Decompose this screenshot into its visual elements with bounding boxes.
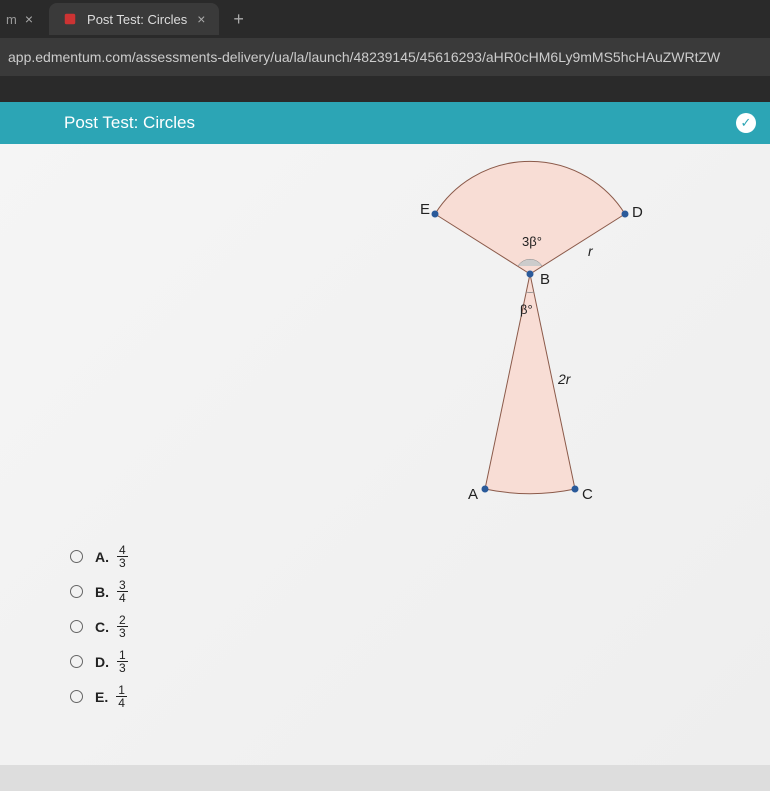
answer-letter: C. (95, 619, 109, 635)
label-E: E (420, 201, 430, 218)
fraction: 2 3 (117, 614, 128, 639)
tab-label: m (6, 12, 17, 27)
question-content: E D B A C 3β° β° r 2r A. 4 3 (0, 144, 770, 765)
label-r: r (588, 243, 594, 259)
label-C: C (582, 486, 593, 503)
radio-icon[interactable] (70, 550, 83, 563)
url-text: app.edmentum.com/assessments-delivery/ua… (8, 49, 720, 65)
page-area: t ➔ Post Test: Circles ✓ E (0, 102, 770, 791)
radio-icon[interactable] (70, 585, 83, 598)
fraction: 1 4 (116, 684, 127, 709)
geometry-diagram: E D B A C 3β° β° r 2r (390, 154, 670, 539)
label-B: B (540, 271, 550, 288)
assessment-header: Post Test: Circles ✓ (0, 102, 770, 144)
label-top-angle: 3β° (522, 234, 542, 249)
tab-bar: m × Post Test: Circles × + (0, 0, 770, 38)
label-A: A (468, 486, 478, 503)
fraction: 1 3 (117, 649, 128, 674)
answer-letter: B. (95, 584, 109, 600)
radio-icon[interactable] (70, 655, 83, 668)
radio-icon[interactable] (70, 620, 83, 633)
label-D: D (632, 204, 643, 221)
tab-label: Post Test: Circles (87, 12, 187, 27)
close-icon[interactable]: × (197, 11, 205, 27)
tab-inactive[interactable]: m × (0, 3, 39, 35)
answer-option-e[interactable]: E. 1 4 (70, 684, 128, 709)
answer-option-a[interactable]: A. 4 3 (70, 544, 128, 569)
label-2r: 2r (557, 371, 572, 387)
answer-option-d[interactable]: D. 1 3 (70, 649, 128, 674)
tab-active[interactable]: Post Test: Circles × (49, 3, 219, 35)
fraction: 3 4 (117, 579, 128, 604)
new-tab-button[interactable]: + (233, 9, 244, 30)
answer-choices: A. 4 3 B. 3 4 C. 2 3 (70, 544, 128, 719)
check-icon[interactable]: ✓ (736, 113, 756, 133)
label-bottom-angle: β° (520, 302, 533, 317)
page-title: Post Test: Circles (64, 113, 195, 133)
fraction: 4 3 (117, 544, 128, 569)
favicon-icon (63, 12, 77, 26)
answer-option-c[interactable]: C. 2 3 (70, 614, 128, 639)
answer-letter: A. (95, 549, 109, 565)
url-bar[interactable]: app.edmentum.com/assessments-delivery/ua… (0, 38, 770, 76)
answer-option-b[interactable]: B. 3 4 (70, 579, 128, 604)
radio-icon[interactable] (70, 690, 83, 703)
close-icon[interactable]: × (25, 11, 33, 27)
answer-letter: D. (95, 654, 109, 670)
answer-letter: E. (95, 689, 108, 705)
